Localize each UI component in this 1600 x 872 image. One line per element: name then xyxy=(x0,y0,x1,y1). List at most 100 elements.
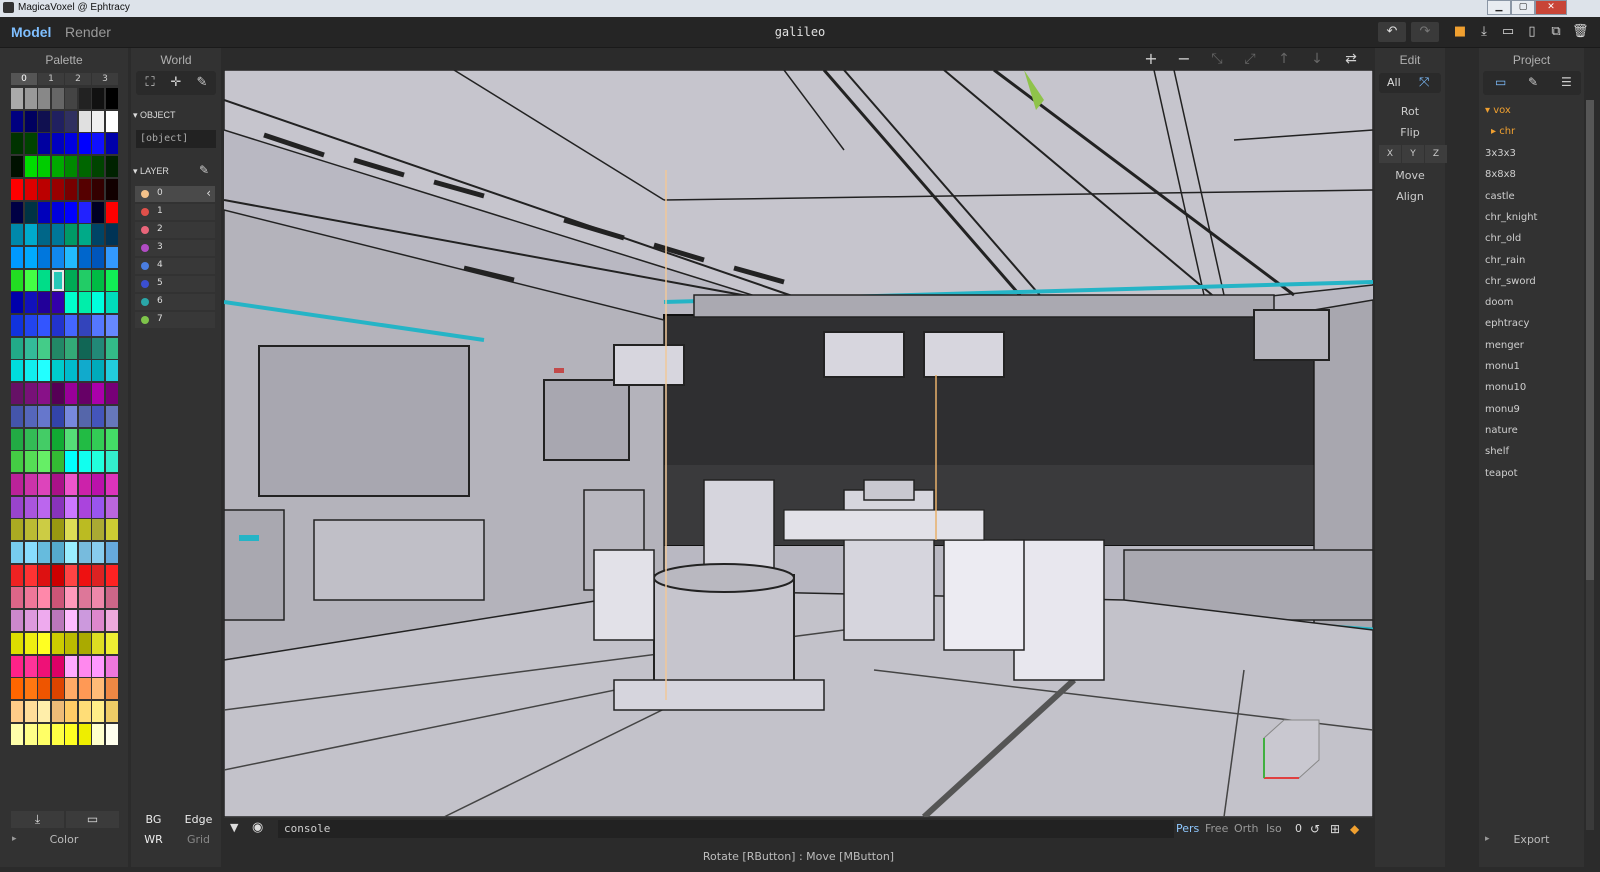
palette-swatch[interactable] xyxy=(51,156,64,178)
palette-swatch[interactable] xyxy=(11,700,23,722)
palette-swatch[interactable] xyxy=(65,337,77,359)
palette-swatch[interactable] xyxy=(51,678,64,700)
palette-swatch[interactable] xyxy=(38,246,50,268)
palette-swatch[interactable] xyxy=(78,610,91,632)
palette-swatch[interactable] xyxy=(24,292,37,314)
palette-swatch[interactable] xyxy=(51,224,64,246)
palette-swatch[interactable] xyxy=(65,473,77,495)
object-name-field[interactable]: [object] xyxy=(136,130,216,148)
palette-swatch[interactable] xyxy=(78,201,91,223)
palette-swatch[interactable] xyxy=(92,496,104,518)
palette-swatch[interactable] xyxy=(105,564,118,586)
palette-swatch[interactable] xyxy=(65,405,77,427)
project-file-item[interactable]: chr_rain xyxy=(1485,255,1525,266)
palette-swatch[interactable] xyxy=(38,723,50,745)
palette-swatch[interactable] xyxy=(65,587,77,609)
palette-swatch[interactable] xyxy=(65,178,77,200)
palette-swatch[interactable] xyxy=(105,519,118,541)
undo-icon[interactable]: ↶ xyxy=(1378,22,1406,42)
palette-swatch[interactable] xyxy=(92,110,104,132)
palette-swatch[interactable] xyxy=(105,542,118,563)
project-file-item[interactable]: nature xyxy=(1485,425,1518,436)
palette-tab-3[interactable]: 3 xyxy=(92,73,118,85)
select-icon[interactable]: ⛶ xyxy=(140,74,160,92)
palette-swatch[interactable] xyxy=(92,428,104,450)
palette-swatch[interactable] xyxy=(38,156,50,178)
palette-swatch[interactable] xyxy=(78,292,91,314)
palette-swatch[interactable] xyxy=(24,383,37,405)
project-file-item[interactable]: doom xyxy=(1485,297,1513,308)
palette-swatch[interactable] xyxy=(24,133,37,155)
edit-tab-all[interactable]: All xyxy=(1387,76,1401,89)
palette-swatch[interactable] xyxy=(24,542,37,563)
palette-swatch[interactable] xyxy=(38,110,50,132)
palette-swatch[interactable] xyxy=(92,383,104,405)
palette-swatch[interactable] xyxy=(38,496,50,518)
grid-toggle[interactable]: Grid xyxy=(176,831,221,849)
palette-swatch[interactable] xyxy=(78,246,91,268)
scrollbar-thumb[interactable] xyxy=(1586,100,1594,580)
palette-swatch[interactable] xyxy=(92,133,104,155)
palette-swatch[interactable] xyxy=(51,451,64,473)
palette-swatch[interactable] xyxy=(65,700,77,722)
palette-swatch[interactable] xyxy=(78,269,91,291)
flip-button[interactable]: Flip xyxy=(1379,124,1441,142)
palette-swatch[interactable] xyxy=(105,292,118,314)
camera-iso[interactable]: Iso xyxy=(1266,822,1282,835)
palette-swatch[interactable] xyxy=(38,337,50,359)
palette-swatch[interactable] xyxy=(65,110,77,132)
palette-swatch[interactable] xyxy=(65,428,77,450)
palette-swatch[interactable] xyxy=(78,542,91,563)
palette-swatch[interactable] xyxy=(78,88,91,109)
palette-swatch[interactable] xyxy=(105,632,118,654)
palette-swatch[interactable] xyxy=(24,655,37,677)
palette-swatch[interactable] xyxy=(65,632,77,654)
palette-swatch[interactable] xyxy=(24,496,37,518)
palette-swatch[interactable] xyxy=(51,473,64,495)
project-file-item[interactable]: ephtracy xyxy=(1485,318,1529,329)
palette-swatch[interactable] xyxy=(11,292,23,314)
camera-snapshot-icon[interactable]: ◉ xyxy=(252,820,263,835)
palette-swatch[interactable] xyxy=(11,156,23,178)
palette-swatch[interactable] xyxy=(105,655,118,677)
project-file-item[interactable]: teapot xyxy=(1485,468,1518,479)
palette-swatch[interactable] xyxy=(11,723,23,745)
palette-swatch[interactable] xyxy=(24,315,37,336)
project-file-item[interactable]: monu10 xyxy=(1485,382,1526,393)
close-icon[interactable]: ✕ xyxy=(1535,0,1567,15)
palette-swatch[interactable] xyxy=(51,133,64,155)
swap-icon[interactable]: ⇄ xyxy=(1341,50,1361,68)
palette-swatch[interactable] xyxy=(24,587,37,609)
layer-section-header[interactable]: ▾ LAYER xyxy=(133,166,169,177)
move-button[interactable]: Move xyxy=(1379,167,1441,185)
palette-swatch[interactable] xyxy=(11,269,23,291)
palette-swatch[interactable] xyxy=(24,564,37,586)
palette-swatch[interactable] xyxy=(24,246,37,268)
palette-swatch[interactable] xyxy=(78,315,91,336)
palette-swatch[interactable] xyxy=(105,246,118,268)
palette-swatch[interactable] xyxy=(11,224,23,246)
palette-swatch[interactable] xyxy=(51,632,64,654)
palette-swatch[interactable] xyxy=(51,292,64,314)
voxel-scene-canvas[interactable] xyxy=(224,70,1373,817)
palette-swatch[interactable] xyxy=(105,337,118,359)
palette-swatch[interactable] xyxy=(105,315,118,336)
palette-swatch[interactable] xyxy=(92,405,104,427)
console-toggle-icon[interactable]: ▼ xyxy=(230,821,238,834)
palette-swatch[interactable] xyxy=(11,473,23,495)
palette-swatch[interactable] xyxy=(38,428,50,450)
palette-swatch[interactable] xyxy=(24,201,37,223)
palette-swatch[interactable] xyxy=(51,110,64,132)
palette-swatch[interactable] xyxy=(92,564,104,586)
delete-icon[interactable]: 🗑 xyxy=(1572,24,1589,40)
palette-tab-2[interactable]: 2 xyxy=(65,73,91,85)
palette-swatch[interactable] xyxy=(105,587,118,609)
palette-swatch[interactable] xyxy=(51,700,64,722)
palette-swatch[interactable] xyxy=(11,88,23,109)
palette-swatch[interactable] xyxy=(65,564,77,586)
palette-swatch[interactable] xyxy=(78,723,91,745)
layer-row-6[interactable]: 6 xyxy=(135,294,215,310)
palette-swatch[interactable] xyxy=(92,587,104,609)
palette-swatch[interactable] xyxy=(78,564,91,586)
palette-swatch[interactable] xyxy=(105,383,118,405)
